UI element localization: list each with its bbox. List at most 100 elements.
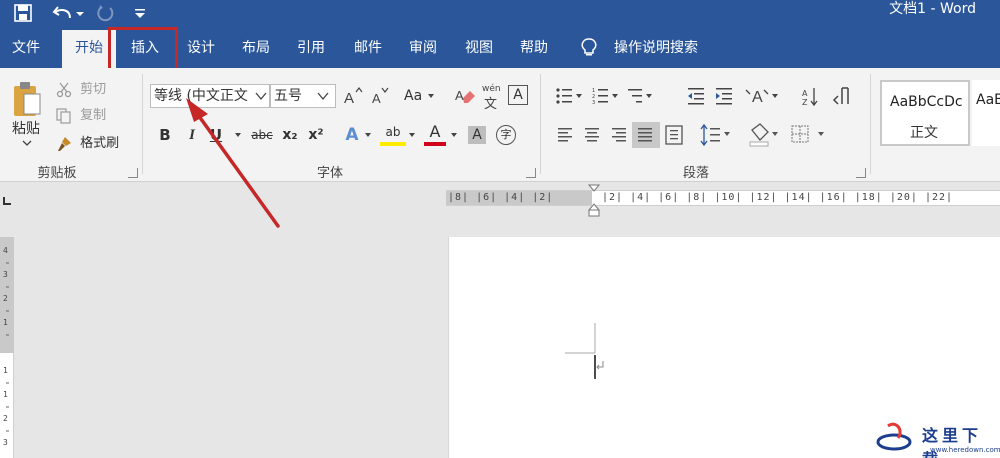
paragraph-group-label: 段落 xyxy=(682,166,709,181)
ruler-right-numbers: |2| |4| |6| |8| |10| |12| |14| |16| |18|… xyxy=(602,192,954,203)
svg-text:Z: Z xyxy=(802,98,808,107)
font-color-button[interactable]: A xyxy=(424,124,446,146)
character-border-button[interactable]: A xyxy=(508,85,528,105)
clipboard-launcher-icon[interactable] xyxy=(128,168,138,178)
chevron-down-icon[interactable] xyxy=(364,124,372,146)
superscript-button[interactable]: x² xyxy=(306,124,326,146)
clear-formatting-button[interactable]: A xyxy=(454,86,476,106)
format-painter-button[interactable]: 格式刷 xyxy=(56,132,119,152)
font-group-label: 字体 xyxy=(316,166,343,181)
paste-button[interactable]: 粘贴 xyxy=(8,76,48,146)
change-case-label: Aa xyxy=(404,88,423,104)
style-no-spacing[interactable]: AaBl xyxy=(972,80,1000,146)
clipboard-icon xyxy=(14,82,41,116)
scissors-icon xyxy=(56,82,72,97)
svg-text:A: A xyxy=(372,91,381,106)
font-size-value: 五号 xyxy=(274,88,302,104)
watermark-url: www.heredown.com xyxy=(930,446,1000,454)
grow-font-icon: A xyxy=(344,87,363,107)
grow-font-button[interactable]: A xyxy=(343,86,363,107)
enclose-characters-button[interactable]: 字 xyxy=(496,125,516,145)
svg-text:A: A xyxy=(752,89,763,106)
document-title: 文档1 - Word xyxy=(889,1,976,17)
svg-text:3: 3 xyxy=(3,438,8,447)
copy-icon xyxy=(56,107,71,124)
chevron-down-icon[interactable] xyxy=(234,124,242,146)
tab-selector-icon[interactable] xyxy=(2,196,12,206)
svg-text:A: A xyxy=(455,88,464,103)
vertical-ruler[interactable]: 4 3 2 1 1 1 2 3 xyxy=(0,237,14,458)
redo-icon[interactable] xyxy=(96,4,114,24)
svg-text:1: 1 xyxy=(3,366,8,375)
style-normal[interactable]: AaBbCcDc 正文 xyxy=(880,80,970,146)
cut-label: 剪切 xyxy=(80,82,107,97)
save-icon[interactable] xyxy=(14,4,32,24)
watermark-logo-icon xyxy=(876,422,912,451)
undo-dropdown-icon[interactable] xyxy=(76,4,84,24)
tab-insert[interactable]: 插入 xyxy=(118,28,172,68)
tab-references[interactable]: 引用 xyxy=(284,28,338,68)
change-case-button[interactable]: Aa xyxy=(404,86,438,106)
phonetic-guide-button[interactable]: wén 文 xyxy=(481,84,501,112)
tab-view[interactable]: 视图 xyxy=(451,28,507,68)
bold-button[interactable]: B xyxy=(156,124,174,146)
indent-markers-icon[interactable] xyxy=(588,184,600,218)
strikethrough-button[interactable]: abc xyxy=(250,124,274,146)
paragraph-launcher-icon[interactable] xyxy=(856,168,866,178)
font-name-value: 等线 (中文正文 xyxy=(154,88,248,104)
chevron-down-icon[interactable] xyxy=(408,124,416,146)
tab-design[interactable]: 设计 xyxy=(174,28,228,68)
style-sample-text-2: AaBl xyxy=(976,92,1000,108)
site-watermark: 这里下载 www.heredown.com xyxy=(872,420,1000,458)
paintbrush-icon xyxy=(58,136,71,151)
group-divider xyxy=(142,74,143,174)
shrink-font-button[interactable]: A xyxy=(370,86,390,106)
chevron-down-icon[interactable] xyxy=(450,124,458,146)
tab-file[interactable]: 文件 xyxy=(0,28,52,68)
svg-text:2: 2 xyxy=(3,294,8,303)
phonetic-guide-char: 文 xyxy=(484,97,498,112)
svg-text:3: 3 xyxy=(592,100,595,106)
tab-help[interactable]: 帮助 xyxy=(507,28,561,68)
svg-text:4: 4 xyxy=(3,246,8,255)
subscript-button[interactable]: x₂ xyxy=(280,124,300,146)
style-name-label: 正文 xyxy=(910,125,938,141)
font-size-combo[interactable]: 五号 xyxy=(270,84,336,108)
tab-home[interactable]: 开始 xyxy=(62,30,116,68)
copy-button[interactable]: 复制 xyxy=(56,104,106,124)
italic-button[interactable]: I xyxy=(184,124,200,146)
text-cursor-corner xyxy=(565,323,604,379)
shrink-font-icon: A xyxy=(372,87,389,106)
character-border-label: A xyxy=(513,87,523,103)
group-divider xyxy=(540,74,541,174)
font-name-combo[interactable]: 等线 (中文正文 xyxy=(150,84,270,108)
chevron-down-icon xyxy=(427,94,434,98)
paste-label: 粘贴 xyxy=(12,121,40,137)
svg-text:3: 3 xyxy=(3,270,8,279)
undo-icon[interactable] xyxy=(52,4,74,24)
highlight-color-button[interactable]: ab xyxy=(380,124,406,146)
underline-button[interactable]: U xyxy=(208,124,224,146)
horizontal-ruler[interactable]: |8| |6| |4| |2| |2| |4| |6| |8| |10| |12… xyxy=(446,190,1000,206)
chevron-down-icon xyxy=(22,140,32,146)
group-divider xyxy=(870,74,871,174)
style-sample-text: AaBbCcDc xyxy=(890,94,963,110)
text-effects-button[interactable]: A xyxy=(342,124,362,146)
title-bar: 文档1 - Word xyxy=(0,0,1000,28)
format-painter-label: 格式刷 xyxy=(80,136,120,151)
font-launcher-icon[interactable] xyxy=(526,168,536,178)
vertical-ruler-ticks: 4 3 2 1 1 1 2 3 xyxy=(3,246,9,447)
ruler-left-numbers: |8| |6| |4| |2| xyxy=(448,192,554,203)
svg-text:1: 1 xyxy=(3,390,8,399)
customize-toolbar-icon[interactable] xyxy=(134,4,146,24)
character-shading-button[interactable]: A xyxy=(468,126,486,144)
svg-text:A: A xyxy=(344,90,354,106)
tab-mailings[interactable]: 邮件 xyxy=(340,28,396,68)
cut-button[interactable]: 剪切 xyxy=(56,78,106,98)
tell-me-label: 操作说明搜索 xyxy=(614,40,698,56)
paragraph-controls[interactable]: 1 2 3 A AZ xyxy=(552,84,872,154)
svg-text:1: 1 xyxy=(3,318,8,327)
eraser-icon: A xyxy=(455,88,475,103)
tab-review[interactable]: 审阅 xyxy=(396,28,450,68)
tab-layout[interactable]: 布局 xyxy=(229,28,283,68)
